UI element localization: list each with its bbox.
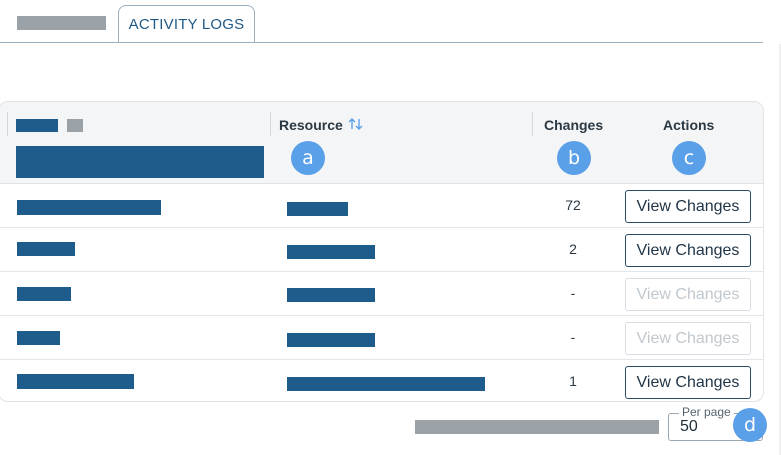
redacted-resource (287, 288, 375, 302)
view-changes-button[interactable]: View Changes (625, 366, 751, 399)
table-row: - View Changes (0, 272, 763, 316)
per-page-label: Per page (679, 405, 734, 419)
tab-bar: ACTIVITY LOGS (0, 0, 781, 44)
tab-activity-logs[interactable]: ACTIVITY LOGS (118, 5, 255, 43)
badge-d: d (733, 408, 767, 442)
redacted-cell (17, 287, 71, 301)
table-header: Resource a Changes b Actions c (0, 102, 763, 184)
view-changes-button: View Changes (625, 278, 751, 311)
table-row: - View Changes (0, 316, 763, 360)
redacted-resource (287, 377, 485, 391)
view-changes-button[interactable]: View Changes (625, 234, 751, 267)
header-changes: Changes (544, 117, 604, 133)
badge-c: c (672, 141, 706, 175)
changes-count: - (570, 329, 576, 345)
redacted-cell (17, 242, 75, 256)
changes-count: 2 (569, 241, 577, 257)
tab-activity-logs-label: ACTIVITY LOGS (128, 15, 245, 33)
changes-count: - (570, 285, 576, 301)
view-changes-button[interactable]: View Changes (625, 190, 751, 223)
per-page-value: 50 (680, 418, 698, 435)
redacted-resource (287, 245, 375, 259)
table-row: 72 View Changes (0, 184, 763, 228)
badge-a: a (291, 141, 325, 175)
redacted-resource (287, 333, 375, 347)
redacted-filter-input[interactable] (16, 146, 264, 178)
activity-table: Resource a Changes b Actions c 72 View C… (0, 101, 764, 402)
column-divider (532, 112, 533, 136)
header-resource[interactable]: Resource (279, 117, 343, 133)
redacted-column-icon[interactable] (67, 119, 83, 132)
redacted-cell (17, 200, 161, 215)
column-divider (270, 112, 271, 136)
tab-redacted[interactable] (17, 16, 106, 30)
tab-divider (0, 42, 763, 43)
redacted-cell (17, 374, 134, 389)
redacted-pagination-info (415, 420, 659, 434)
view-changes-button: View Changes (625, 322, 751, 355)
redacted-cell (17, 331, 60, 345)
redacted-column-title (16, 119, 58, 132)
changes-count: 1 (569, 373, 577, 389)
badge-b: b (557, 141, 591, 175)
changes-count: 72 (565, 197, 581, 213)
column-divider (7, 112, 8, 136)
table-row: 1 View Changes (0, 360, 763, 401)
sort-icon[interactable] (347, 116, 365, 132)
header-actions: Actions (663, 117, 715, 133)
redacted-resource (287, 202, 348, 216)
table-row: 2 View Changes (0, 228, 763, 272)
